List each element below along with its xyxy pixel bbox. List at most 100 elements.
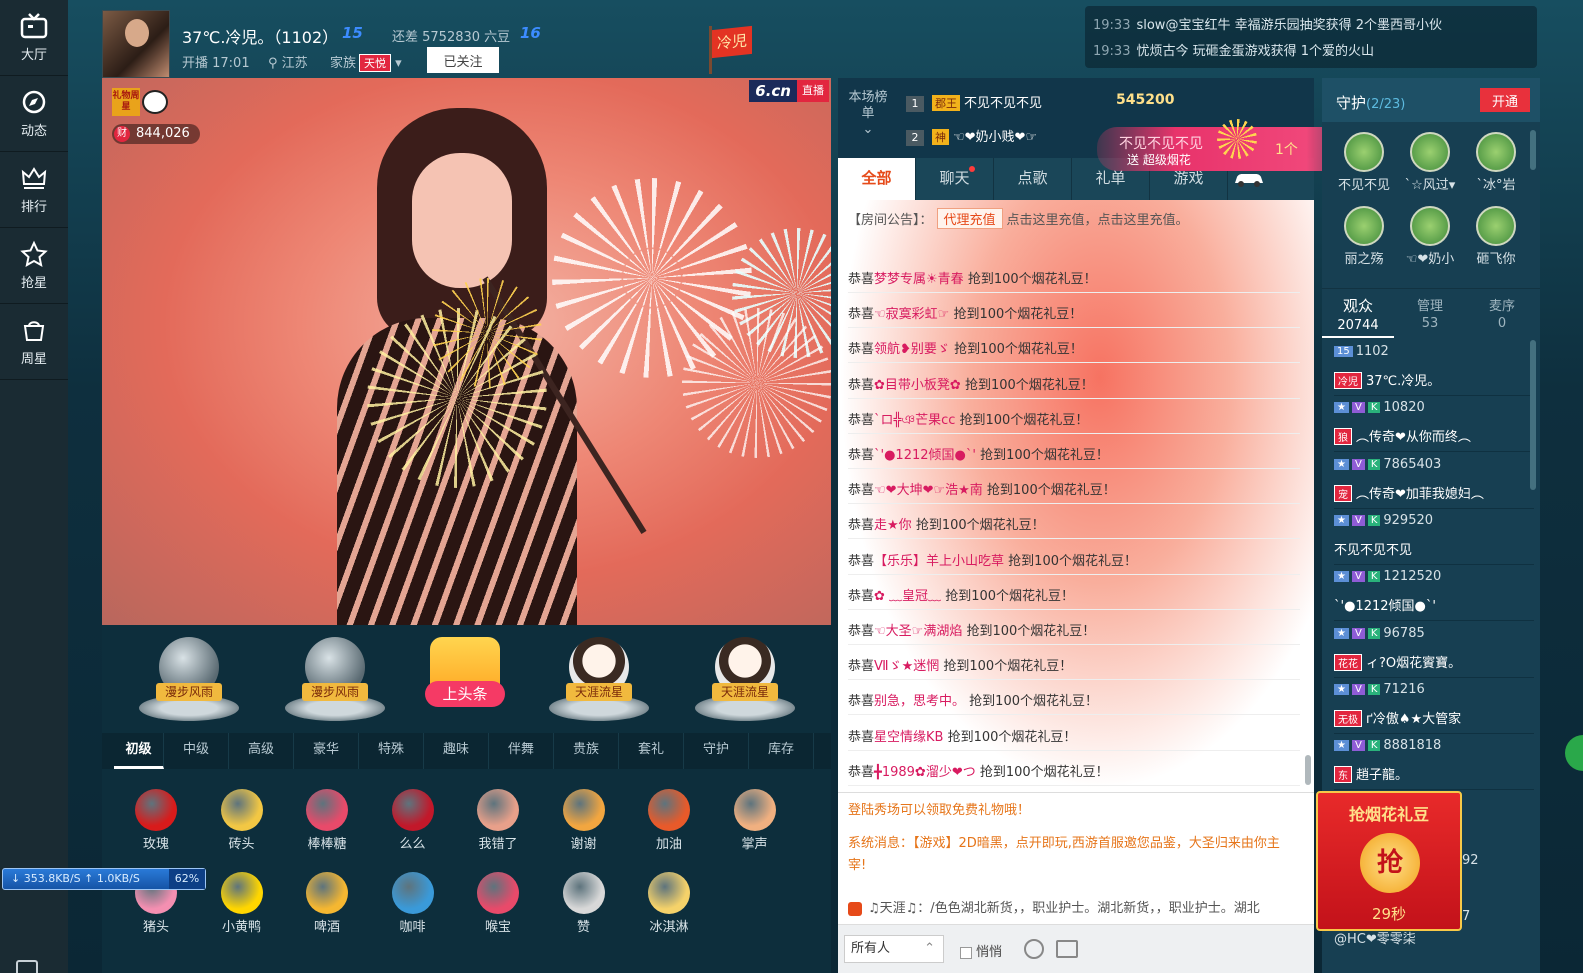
chat-message[interactable]: 恭喜☜寂寞彩虹☞ 抢到100个烟花礼豆！: [848, 303, 1082, 322]
nav-dynamic[interactable]: 动态: [0, 76, 68, 152]
gift-item[interactable]: 冰淇淋: [629, 872, 709, 935]
open-guard-button[interactable]: 开通: [1480, 88, 1530, 112]
audience-row[interactable]: ★ V K 10820 狼 ︵传奇❤从你而终︵: [1334, 400, 1534, 453]
gift-item[interactable]: 啤酒: [287, 872, 367, 935]
chat-message[interactable]: 恭喜☜❤大坤❤☞浩★南 抢到100个烟花礼豆！: [848, 479, 1116, 498]
chat-tab-songs[interactable]: 点歌: [994, 158, 1072, 200]
rank-row[interactable]: 2 神 ☜❤奶小贱❤☞: [906, 126, 1037, 146]
tab-mic-queue[interactable]: 麦序 0: [1466, 289, 1538, 338]
gift-tab[interactable]: 豪华: [294, 733, 359, 769]
chat-message[interactable]: 恭喜领航❥别要ゞ 抢到100个烟花礼豆！: [848, 338, 1083, 357]
guard-member[interactable]: 砸飞你: [1464, 206, 1528, 267]
gift-item[interactable]: 加油: [629, 789, 709, 852]
gift-tab[interactable]: 初级: [114, 733, 164, 769]
chat-message[interactable]: 恭喜`ロ╬ঞ芒果cc 抢到100个烟花礼豆！: [848, 409, 1088, 432]
nav-weekly-star[interactable]: 周星: [0, 304, 68, 380]
live-video[interactable]: 6.cn 直播 礼物周星 财 844,026: [102, 78, 831, 625]
rank-label[interactable]: 本场榜单 ⌄: [848, 90, 888, 138]
gift-item[interactable]: 我错了: [458, 789, 538, 852]
gift-item[interactable]: 谢谢: [544, 789, 624, 852]
gift-item[interactable]: 赞: [544, 872, 624, 935]
guard-member[interactable]: ˋ☆风过▾: [1398, 132, 1462, 193]
audience-row[interactable]: ★ V K 8881818 东趙子龍。: [1334, 738, 1534, 791]
chat-message[interactable]: 恭喜别急，思考中。 抢到100个烟花礼豆！: [848, 690, 1098, 709]
gift-item[interactable]: 小黄鸭: [202, 872, 282, 935]
free-gift-message[interactable]: 登陆秀场可以领取免费礼物哦！: [848, 799, 1030, 818]
ticker-item[interactable]: 19:33 忧烦古今 玩砸金蛋游戏获得 1个爱的火山: [1093, 40, 1374, 59]
nav-hall[interactable]: 大厅: [0, 0, 68, 76]
chat-message[interactable]: 恭喜走★你 抢到100个烟花礼豆！: [848, 514, 1045, 533]
chat-user[interactable]: `ロ╬ঞ芒果cc: [874, 413, 955, 428]
audience-row[interactable]: 15 1102 冷児 37℃.冷児。: [1334, 344, 1534, 396]
headline-slot[interactable]: 上头条: [410, 635, 520, 725]
chat-user[interactable]: 走★你: [874, 518, 912, 533]
audience-row[interactable]: ★ V K 71216 无极 ґ冷傲♠★大管家: [1334, 682, 1534, 734]
gift-tab[interactable]: 守护: [684, 733, 749, 769]
chat-user[interactable]: ╋1989✿溜少❤つ: [874, 765, 976, 780]
chat-message[interactable]: 恭喜╋1989✿溜少❤つ 抢到100个烟花礼豆！: [848, 761, 1109, 780]
chat-user[interactable]: 星空情缘KB: [874, 730, 943, 745]
audience-row-partial[interactable]: 7: [1462, 909, 1470, 924]
chat-user[interactable]: ✿目带小板凳✿: [874, 378, 961, 393]
audience-row-partial[interactable]: 92: [1462, 853, 1479, 868]
recharge-agent-button[interactable]: 代理充值: [936, 208, 1003, 229]
nav-more-icon[interactable]: [16, 960, 38, 973]
chat-user[interactable]: Ⅶゞ★迷惘: [874, 659, 939, 674]
showcase-slot[interactable]: 天涯流星: [544, 635, 654, 725]
guard-scrollbar[interactable]: [1530, 130, 1536, 170]
gift-item[interactable]: 咖啡: [373, 872, 453, 935]
audience-row[interactable]: ★ V K 929520 不见不见不见: [1334, 513, 1534, 565]
rank-row[interactable]: 1 郡王 不见不见不见 545200: [906, 92, 1174, 112]
image-icon[interactable]: [1056, 940, 1078, 958]
guard-member[interactable]: ☜❤奶小: [1398, 206, 1462, 267]
gift-item[interactable]: 掌声: [715, 789, 795, 852]
chat-tab-chat[interactable]: 聊天: [916, 158, 994, 200]
gift-item[interactable]: 玫瑰: [116, 789, 196, 852]
chat-user[interactable]: ✿ ﹏皇冠﹏: [874, 589, 941, 604]
audience-row[interactable]: ★ V K 7865403 宠 ︵传奇❤加菲我媳妇︵: [1334, 457, 1534, 509]
whisper-checkbox[interactable]: 悄悄: [960, 941, 1002, 960]
host-family[interactable]: 家族 天悦 ▾: [330, 52, 402, 72]
chat-message[interactable]: 恭喜梦梦专属☀青春 抢到100个烟花礼豆！: [848, 268, 1097, 287]
gift-tab[interactable]: 套礼: [619, 733, 684, 769]
notice-text[interactable]: 点击这里充值，点击这里充值。: [1007, 213, 1189, 228]
side-float-button[interactable]: [1565, 735, 1583, 771]
showcase-slot[interactable]: 天涯流星: [690, 635, 800, 725]
nav-grab-star[interactable]: 抢星: [0, 228, 68, 304]
chat-message[interactable]: 恭喜【乐乐】羊上小山吃草 抢到100个烟花礼豆！: [848, 550, 1137, 569]
gift-tab[interactable]: 趣味: [424, 733, 489, 769]
chat-message[interactable]: 恭喜✿目带小板凳✿ 抢到100个烟花礼豆！: [848, 374, 1094, 393]
chat-message[interactable]: 恭喜✿ ﹏皇冠﹏ 抢到100个烟花礼豆！: [848, 585, 1074, 604]
gift-tab[interactable]: 中级: [164, 733, 229, 769]
gift-item[interactable]: 喉宝: [458, 872, 538, 935]
showcase-slot[interactable]: 漫步风雨: [280, 635, 390, 725]
guard-member[interactable]: 不见不见: [1332, 132, 1396, 193]
grab-envelope-button[interactable]: 抢: [1360, 833, 1420, 893]
gift-star-badge[interactable]: 礼物周星: [112, 88, 140, 116]
chat-scrollbar[interactable]: [1305, 755, 1311, 785]
audience-scrollbar[interactable]: [1530, 340, 1536, 490]
chat-user[interactable]: `'●1212倾国●`': [874, 448, 976, 463]
recipient-select[interactable]: 所有人 ⌃: [844, 935, 944, 963]
showcase-slot[interactable]: 漫步风雨: [134, 635, 244, 725]
chat-message[interactable]: 恭喜Ⅶゞ★迷惘 抢到100个烟花礼豆！: [848, 655, 1072, 674]
chat-message[interactable]: 恭喜☜大圣☞满湖焰 抢到100个烟花礼豆！: [848, 620, 1095, 639]
panda-icon[interactable]: [142, 90, 168, 114]
ticker-item[interactable]: 19:33 slow@宝宝红牛 幸福游乐园抽奖获得 2个墨西哥小伙: [1093, 14, 1442, 33]
chat-user[interactable]: 别急，思考中。: [874, 694, 965, 709]
chat-user[interactable]: ☜大圣☞满湖焰: [874, 624, 962, 639]
tab-audience[interactable]: 观众 20744: [1322, 289, 1394, 338]
audience-row[interactable]: ★ V K 1212520 `'●1212倾国●`': [1334, 569, 1534, 622]
chat-message[interactable]: 恭喜`'●1212倾国●`' 抢到100个烟花礼豆！: [848, 444, 1109, 463]
chat-user[interactable]: 梦梦专属☀青春: [874, 272, 964, 287]
gift-tab[interactable]: 特殊: [359, 733, 424, 769]
system-message[interactable]: 系统消息：【游戏】2D暗黑，点开即玩,西游首服邀您品鉴，大圣归来由你主宰!: [848, 833, 1298, 877]
emoji-icon[interactable]: [1024, 939, 1044, 959]
audience-row[interactable]: ★ V K 96785 花花 ィ?O烟花賨寶。: [1334, 626, 1534, 678]
chat-user[interactable]: 【乐乐】羊上小山吃草: [874, 554, 1004, 569]
chat-user[interactable]: 领航❥别要ゞ: [874, 342, 950, 357]
gift-tab[interactable]: 伴舞: [489, 733, 554, 769]
chat-message[interactable]: 恭喜星空情缘KB 抢到100个烟花礼豆！: [848, 726, 1076, 745]
chat-tab-all[interactable]: 全部: [838, 158, 916, 200]
gift-tab[interactable]: 高级: [229, 733, 294, 769]
